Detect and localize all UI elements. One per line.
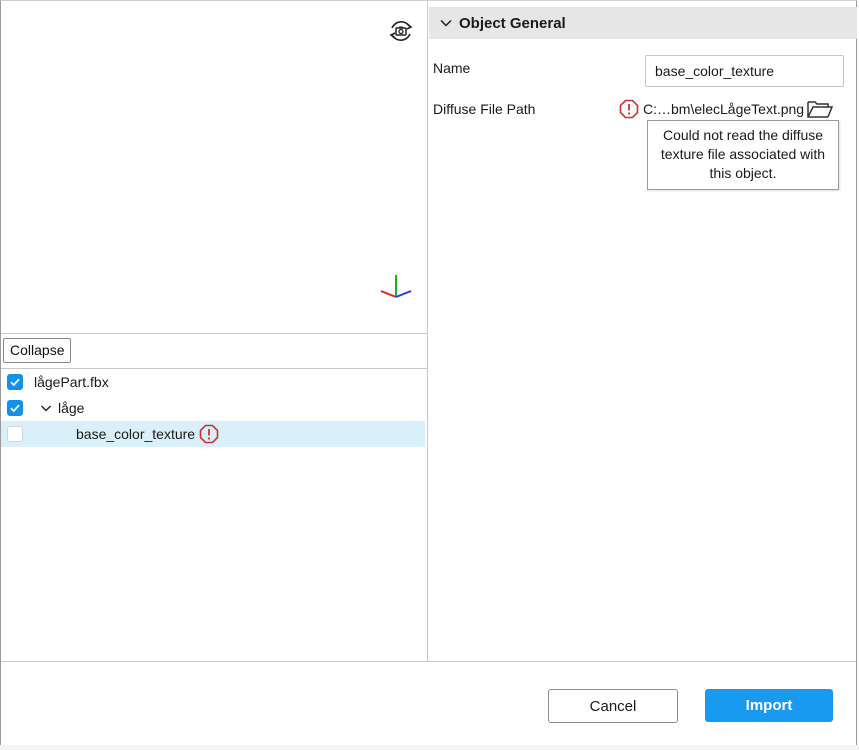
diffuse-file-path-label: Diffuse File Path (433, 101, 536, 117)
warning-icon (199, 424, 219, 444)
import-dialog: Collapse lågePart.fbx låge base_color_te… (0, 0, 857, 746)
folder-open-icon[interactable] (806, 98, 834, 120)
preview-viewport[interactable] (1, 1, 427, 334)
tree-toolbar: Collapse (1, 334, 427, 369)
background-strip (0, 745, 859, 750)
section-title: Object General (459, 14, 566, 32)
diffuse-file-path-value: C:…bm\elecLågeText.png (643, 101, 805, 117)
warning-icon (619, 99, 639, 119)
collapse-button[interactable]: Collapse (3, 338, 72, 363)
section-header-object-general[interactable]: Object General (429, 7, 857, 39)
tree-item-label: lågePart.fbx (34, 374, 109, 390)
dialog-footer: Cancel Import (1, 661, 856, 746)
name-label: Name (433, 60, 471, 76)
tree-checkbox[interactable] (7, 374, 23, 390)
diffuse-path-row: C:…bm\elecLågeText.png (619, 97, 834, 121)
checkmark-icon (10, 378, 20, 387)
tree-checkbox[interactable] (7, 426, 23, 442)
tree-item-label: base_color_texture (76, 426, 196, 442)
left-panel: Collapse lågePart.fbx låge base_color_te… (1, 1, 428, 661)
error-tooltip: Could not read the diffuse texture file … (647, 120, 839, 190)
chevron-down-icon[interactable] (439, 16, 453, 30)
tree-item-lage[interactable]: låge (1, 395, 427, 421)
scene-tree: lågePart.fbx låge base_color_texture (1, 369, 427, 447)
cancel-button[interactable]: Cancel (548, 689, 678, 723)
tree-item-label-wrap: base_color_texture (76, 424, 219, 444)
checkmark-icon (10, 404, 20, 413)
rotate-camera-icon[interactable] (386, 16, 416, 46)
tree-item-lagepart[interactable]: lågePart.fbx (1, 369, 427, 395)
chevron-down-icon[interactable] (39, 401, 53, 415)
tree-checkbox[interactable] (7, 400, 23, 416)
axis-gizmo-icon (377, 273, 413, 305)
properties-panel: Object General Name Diffuse File Path C:… (429, 1, 857, 661)
name-input[interactable] (645, 55, 844, 87)
tree-item-base-color-texture[interactable]: base_color_texture (1, 421, 425, 447)
tree-item-label: låge (58, 400, 85, 416)
import-button[interactable]: Import (705, 689, 833, 722)
